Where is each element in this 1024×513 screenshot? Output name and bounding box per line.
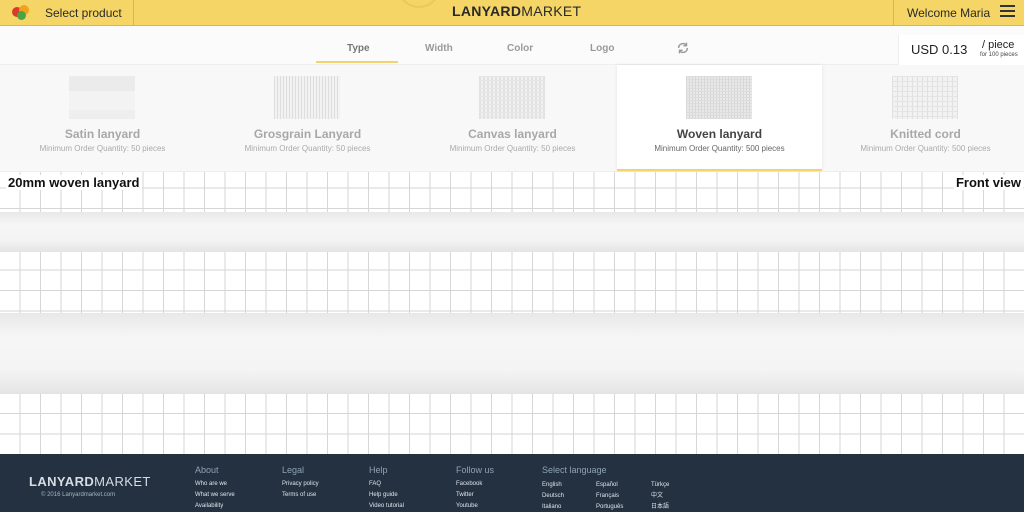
refresh-icon[interactable] (676, 41, 690, 55)
configurator-tabs: Type Width Color Logo (0, 26, 1024, 65)
product-name: Satin lanyard (64, 127, 141, 141)
footer-col-language: Select language (542, 465, 607, 479)
product-card-canvas[interactable]: Canvas lanyard Minimum Order Quantity: 5… (410, 65, 615, 171)
select-product-label: Select product (45, 5, 122, 20)
grosgrain-swatch (274, 76, 340, 119)
user-area: Welcome Maria (893, 0, 1024, 25)
footer-logo-light: MARKET (94, 474, 151, 489)
product-card-knitted[interactable]: Knitted cord Minimum Order Quantity: 500… (823, 65, 1024, 171)
logo-emblem (397, 0, 441, 8)
tab-color[interactable]: Color (507, 43, 533, 54)
tab-type[interactable]: Type (347, 43, 370, 54)
footer-logo[interactable]: LANYARDMARKET (29, 474, 151, 489)
price-unit: / piece (982, 39, 1015, 51)
footer-copyright: © 2016 Lanyardmarket.com (41, 492, 116, 498)
canvas-swatch (479, 76, 545, 119)
site-logo[interactable]: LANYARDMARKET (380, 0, 644, 25)
language-option[interactable]: Português (596, 502, 623, 513)
language-option[interactable]: Italiano (542, 502, 564, 513)
menu-icon[interactable] (1000, 5, 1015, 18)
product-type-list: Satin lanyard Minimum Order Quantity: 50… (0, 65, 1024, 172)
active-tab-indicator (316, 61, 398, 63)
footer-link[interactable]: Availability (195, 501, 235, 512)
language-option[interactable]: Türkçe (651, 480, 669, 491)
product-moq: Minimum Order Quantity: 50 pieces (449, 144, 576, 153)
footer-link[interactable]: Help guide (369, 490, 404, 501)
footer-col-about: About Who are we What we serve Availabil… (195, 465, 235, 512)
footer-link[interactable]: Who are we (195, 479, 235, 490)
lanyard-strip-main (0, 313, 1024, 394)
footer-link[interactable]: What we serve (195, 490, 235, 501)
product-moq: Minimum Order Quantity: 50 pieces (39, 144, 166, 153)
footer-heading: Select language (542, 465, 607, 475)
top-bar: Select product LANYARDMARKET Welcome Mar… (0, 0, 1024, 26)
product-name: Knitted cord (890, 127, 961, 141)
price-note: for 100 pieces (980, 52, 1018, 58)
satin-swatch (69, 76, 135, 119)
language-option[interactable]: English (542, 480, 564, 491)
welcome-text[interactable]: Welcome Maria (907, 6, 990, 20)
footer-heading: Help (369, 465, 388, 475)
footer-logo-bold: LANYARD (29, 474, 95, 489)
language-option[interactable]: 日本語 (651, 502, 669, 513)
knitted-swatch (892, 76, 958, 119)
tab-width[interactable]: Width (425, 43, 453, 54)
product-moq: Minimum Order Quantity: 50 pieces (244, 144, 371, 153)
footer-link[interactable]: Video tutorial (369, 501, 404, 512)
product-card-satin[interactable]: Satin lanyard Minimum Order Quantity: 50… (0, 65, 205, 171)
lanyard-strip-top (0, 212, 1024, 252)
language-list-3: Türkçe 中文 日本語 (651, 480, 669, 513)
footer-link[interactable]: Terms of use (282, 490, 319, 501)
product-moq: Minimum Order Quantity: 500 pieces (654, 144, 785, 153)
language-option[interactable]: Español (596, 480, 623, 491)
footer-link-twitter[interactable]: Twitter (456, 490, 494, 501)
footer-heading: About (195, 465, 219, 475)
language-option[interactable]: Français (596, 491, 623, 502)
language-option[interactable]: 中文 (651, 491, 669, 502)
woven-swatch (686, 76, 752, 119)
product-name: Grosgrain Lanyard (253, 127, 362, 141)
footer: LANYARDMARKET © 2016 Lanyardmarket.com A… (0, 454, 1024, 512)
logo-light-text: MARKET (521, 3, 582, 19)
footer-col-follow: Follow us Facebook Twitter Youtube (456, 465, 494, 512)
product-card-woven[interactable]: Woven lanyard Minimum Order Quantity: 50… (617, 65, 822, 171)
product-moq: Minimum Order Quantity: 500 pieces (860, 144, 991, 153)
lanyard-preview: 20mm woven lanyard Front view (0, 172, 1024, 454)
language-list-2: Español Français Português (596, 480, 623, 513)
footer-col-help: Help FAQ Help guide Video tutorial (369, 465, 404, 512)
logo-bold-text: LANYARD (452, 3, 522, 19)
preview-title: 20mm woven lanyard (6, 175, 142, 190)
price-amount: USD 0.13 (911, 42, 968, 57)
product-name: Canvas lanyard (468, 127, 557, 141)
footer-heading: Legal (282, 465, 305, 475)
product-name: Woven lanyard (676, 127, 763, 141)
preview-view-label: Front view (953, 175, 1023, 190)
price-box: USD 0.13 / piece for 100 pieces (898, 35, 1024, 66)
select-product-button[interactable]: Select product (0, 0, 134, 25)
footer-link[interactable]: FAQ (369, 479, 404, 490)
footer-link-facebook[interactable]: Facebook (456, 479, 494, 490)
footer-link-youtube[interactable]: Youtube (456, 501, 494, 512)
footer-col-legal: Legal Privacy policy Terms of use (282, 465, 319, 501)
tab-logo[interactable]: Logo (590, 43, 614, 54)
product-card-grosgrain[interactable]: Grosgrain Lanyard Minimum Order Quantity… (205, 65, 410, 171)
product-icon (12, 4, 32, 21)
footer-heading: Follow us (456, 465, 495, 475)
footer-link[interactable]: Privacy policy (282, 479, 319, 490)
language-option[interactable]: Deutsch (542, 491, 564, 502)
language-list-1: English Deutsch Italiano (542, 480, 564, 513)
